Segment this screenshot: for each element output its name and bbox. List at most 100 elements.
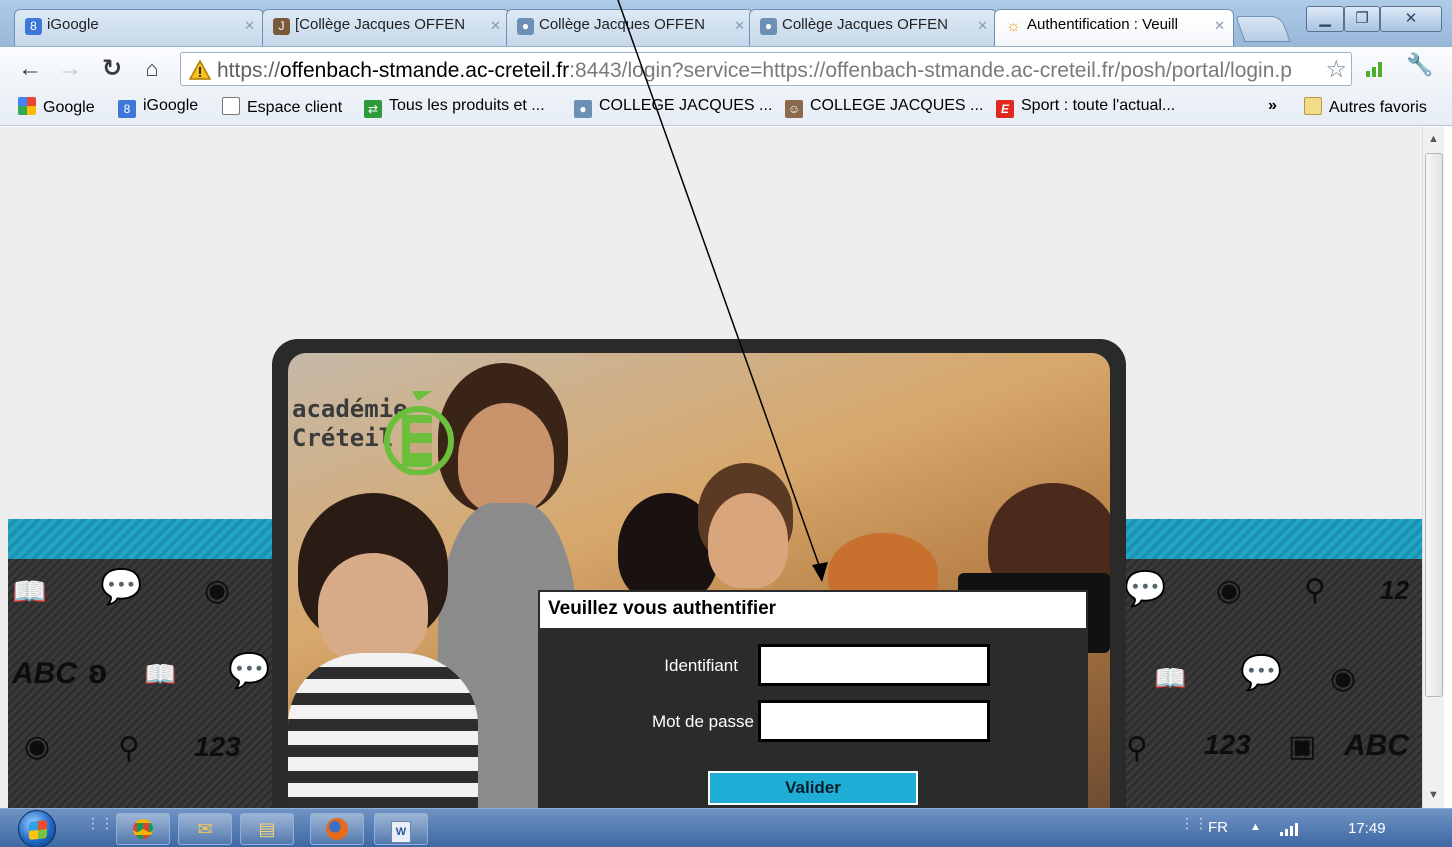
taskbar-explorer[interactable]: ▤ [240,813,294,845]
bus-icon: ▣ [1288,730,1317,763]
taskbar-word[interactable]: W [374,813,428,845]
close-tab-icon[interactable]: ✕ [977,18,988,34]
close-tab-icon[interactable]: ✕ [734,18,745,34]
numbers-icon: 123 [1204,729,1251,760]
bookmark-college-2[interactable]: ☺ COLLEGE JACQUES ... [785,97,983,118]
academie-e-logo-icon [384,391,454,475]
speech-bubbles-icon: 💬 [1240,654,1283,692]
username-input[interactable] [758,644,990,686]
owl-icon: ● [574,100,592,118]
extension-signal-icon[interactable] [1364,59,1388,79]
close-window-button[interactable]: ✕ [1380,6,1442,32]
ear-icon: ʚ [88,653,108,691]
bookmarks-overflow-chevron[interactable]: » [1268,97,1277,115]
tray-grip-icon: ⋮⋮ [1180,815,1208,831]
password-input[interactable] [758,700,990,742]
network-signal-icon[interactable] [1278,821,1302,837]
loading-sun-icon: ☼ [1006,18,1021,35]
page-icon [222,97,240,115]
tab-strip: 8 iGoogle ✕ J [Collège Jacques OFFEN ✕ ●… [0,0,1452,48]
taskbar-firefox[interactable] [310,813,364,845]
bookmark-google[interactable]: Google [18,97,95,117]
scroll-up-arrow-icon[interactable]: ▲ [1428,133,1439,145]
url-scheme: https:// [217,59,281,82]
google-puzzle-icon [18,97,36,115]
tab-label: Collège Jacques OFFEN [782,16,948,33]
close-tab-icon[interactable]: ✕ [1214,18,1225,34]
browser-toolbar: ← → ↻ ⌂ https://offenbach-stmande.ac-cre… [0,46,1452,90]
academie-creteil-logo-text: académie Créteil [292,395,408,453]
numbers-icon: 12 [1380,575,1409,605]
back-arrow-icon[interactable]: ← [16,55,44,83]
bookmark-label: COLLEGE JACQUES ... [810,97,984,114]
show-hidden-icons-arrow-icon[interactable]: ▲ [1250,821,1261,833]
tab-label: iGoogle [47,16,99,33]
bookmark-espace-client[interactable]: Espace client [222,97,342,117]
eye-icon: ◉ [1216,574,1243,607]
bookmark-igoogle[interactable]: 8 iGoogle [118,97,198,118]
forward-arrow-icon[interactable]: → [56,55,84,83]
bookmarks-bar: Google 8 iGoogle Espace client ⇄ Tous les … [0,90,1452,126]
book-icon: 📖 [144,659,177,689]
scroll-down-arrow-icon[interactable]: ▼ [1428,789,1439,801]
scroll-thumb[interactable] [1425,153,1443,697]
tab-college-1[interactable]: J [Collège Jacques OFFEN ✕ [262,9,510,46]
owl-icon: ● [517,18,534,35]
firefox-icon [326,818,348,840]
folder-icon [1304,97,1322,115]
tab-label: Collège Jacques OFFEN [539,16,705,33]
logo-line-1: académie [292,395,408,423]
bookmark-college-1[interactable]: ● COLLEGE JACQUES ... [574,97,772,118]
eye-icon: ◉ [204,574,231,607]
close-tab-icon[interactable]: ✕ [490,18,501,34]
bookmark-star-icon[interactable]: ☆ [1325,55,1347,84]
numbers-icon: 123 [194,731,241,762]
tab-authentification[interactable]: ☼ Authentification : Veuill ✕ [994,9,1234,48]
windows-logo-icon [29,820,47,840]
taskbar-outlook[interactable]: ✉ [178,813,232,845]
bookmark-label: iGoogle [143,97,199,114]
url-text[interactable]: https://offenbach-stmande.ac-creteil.fr:… [217,59,1292,83]
new-tab-button[interactable] [1235,16,1291,42]
vertical-scrollbar[interactable]: ▲ ▼ [1422,127,1444,808]
login-form: Veuillez vous authentifier Identifiant M… [538,590,1088,808]
file-explorer-icon: ▤ [258,819,276,839]
url-path: :8443/login?service=https://offenbach-st… [569,59,1292,82]
bookmark-label: Google [43,99,95,116]
address-bar[interactable]: https://offenbach-stmande.ac-creteil.fr:… [180,52,1352,86]
bookmark-tous-les-produits[interactable]: ⇄ Tous les produits et ... [364,97,545,118]
outlook-icon: ✉ [197,819,213,839]
speech-bubbles-icon: 💬 [1124,570,1167,608]
abc-icon: ABC [1344,729,1409,762]
username-label: Identifiant [664,656,738,675]
taskbar-chrome[interactable] [116,813,170,845]
login-title: Veuillez vous authentifier [540,592,1086,628]
warning-lock-icon[interactable] [189,59,211,81]
system-clock[interactable]: 17:49 [1348,820,1386,837]
lequipe-e-icon: E [996,100,1014,118]
word-icon: W [391,821,411,843]
bookmark-label: COLLEGE JACQUES ... [599,97,773,114]
start-button[interactable] [18,810,56,847]
maximize-button[interactable]: ❐ [1344,6,1380,32]
windows-taskbar: ✉ ▤ W ⋮⋮ ⋮⋮ FR ▲ 17:49 [0,808,1452,847]
language-indicator[interactable]: FR [1208,819,1228,836]
close-tab-icon[interactable]: ✕ [244,18,255,34]
bookmark-label: Sport : toute l'actual... [1021,97,1176,114]
tab-label: Authentification : Veuill [1027,16,1178,33]
speech-bubbles-icon: 💬 [228,652,271,690]
wrench-menu-icon[interactable]: 🔧 [1406,52,1433,78]
home-icon[interactable]: ⌂ [138,55,166,83]
tab-college-3[interactable]: ● Collège Jacques OFFEN ✕ [749,9,997,46]
magnifier-icon: ⚲ [118,732,140,765]
tab-college-2[interactable]: ● Collège Jacques OFFEN ✕ [506,9,754,46]
minimize-button[interactable]: ▁ [1306,6,1344,32]
speech-bubbles-icon: 💬 [100,568,143,606]
tab-igoogle[interactable]: 8 iGoogle ✕ [14,9,264,46]
reload-icon[interactable]: ↻ [98,55,126,83]
other-bookmarks-folder[interactable]: Autres favoris [1304,97,1427,117]
book-icon: 📖 [1154,663,1187,693]
validate-button[interactable]: Valider [708,771,918,805]
logo-line-2: Créteil [292,424,394,452]
bookmark-sport[interactable]: E Sport : toute l'actual... [996,97,1175,118]
